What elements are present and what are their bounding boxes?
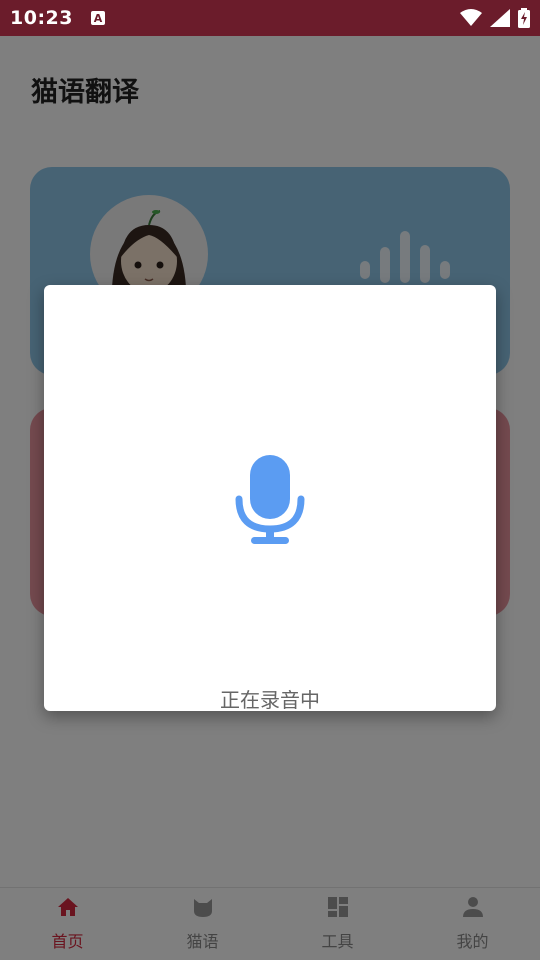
signal-icon [490,9,510,27]
battery-charging-icon [518,8,530,28]
notification-icon: A [90,11,105,25]
microphone-button[interactable] [235,453,305,545]
status-time: 10:23 [10,7,73,29]
microphone-icon [235,455,305,544]
status-icons [460,8,530,28]
recording-status-text: 正在录音中 [220,688,320,712]
screen: 10:23 A 猫语翻译 [0,0,540,960]
wifi-icon [460,9,482,26]
status-bar: 10:23 A [0,0,540,36]
recording-dialog: 正在录音中 [44,285,496,712]
